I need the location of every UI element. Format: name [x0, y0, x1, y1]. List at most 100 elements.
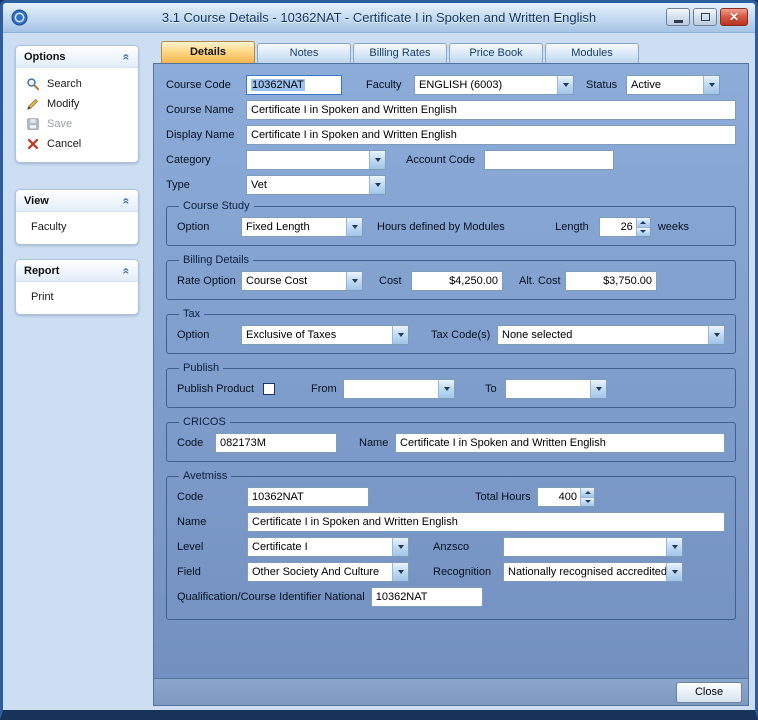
cricos-name-label: Name [359, 437, 395, 449]
main-panel: Details Notes Billing Rates Price Book M… [151, 33, 755, 710]
cricos-code-label: Code [177, 437, 215, 449]
display-name-input[interactable] [246, 125, 736, 145]
type-label: Type [166, 179, 246, 191]
faculty-select[interactable]: ENGLISH (6003) [414, 75, 574, 95]
collapse-chevron-icon[interactable]: « [120, 198, 134, 205]
type-select[interactable]: Vet [246, 175, 386, 195]
sidebar: Options « Search [3, 33, 151, 710]
course-code-input[interactable]: 10362NAT [246, 75, 342, 95]
avetmiss-title: Avetmiss [179, 470, 231, 482]
view-panel-header[interactable]: View « [16, 190, 138, 212]
footer-bar: Close [153, 679, 749, 706]
display-name-label: Display Name [166, 129, 246, 141]
sidebar-item-label: Print [31, 291, 54, 303]
publish-product-label: Publish Product [177, 383, 263, 395]
tab-notes[interactable]: Notes [257, 43, 351, 63]
anzsco-value [504, 538, 666, 556]
tab-modules[interactable]: Modules [545, 43, 639, 63]
total-hours-spinner[interactable]: 400 [537, 487, 595, 507]
sidebar-item-modify[interactable]: Modify [26, 94, 134, 114]
total-hours-value: 400 [538, 488, 580, 506]
alt-cost-input[interactable] [565, 271, 657, 291]
course-study-option-value: Fixed Length [242, 218, 346, 236]
course-study-title: Course Study [179, 200, 254, 212]
spin-down-icon[interactable] [637, 227, 650, 237]
qualification-input[interactable] [371, 587, 483, 607]
tab-details[interactable]: Details [161, 41, 255, 63]
tax-group: Tax Option Exclusive of Taxes Tax Code(s… [166, 308, 736, 354]
chevron-down-icon [557, 76, 573, 94]
sidebar-item-label: Save [47, 118, 72, 130]
avetmiss-code-label: Code [177, 491, 247, 503]
recognition-value: Nationally recognised accredited co [504, 563, 666, 581]
spin-up-icon[interactable] [581, 488, 594, 497]
sidebar-item-print[interactable]: Print [26, 288, 134, 306]
account-code-input[interactable] [484, 150, 614, 170]
window-title: 3.1 Course Details - 10362NAT - Certific… [162, 10, 596, 25]
chevron-down-icon [703, 76, 719, 94]
level-select[interactable]: Certificate I [247, 537, 409, 557]
length-spinner[interactable]: 26 [599, 217, 651, 237]
maximize-button[interactable] [693, 8, 717, 26]
sidebar-item-save[interactable]: Save [26, 114, 134, 134]
weeks-label: weeks [658, 221, 689, 233]
title-bar[interactable]: 3.1 Course Details - 10362NAT - Certific… [3, 3, 755, 33]
tab-bar: Details Notes Billing Rates Price Book M… [153, 41, 749, 63]
sidebar-item-cancel[interactable]: Cancel [26, 134, 134, 154]
options-panel-header[interactable]: Options « [16, 46, 138, 68]
length-value: 26 [600, 218, 636, 236]
tax-title: Tax [179, 308, 204, 320]
report-panel-header[interactable]: Report « [16, 260, 138, 282]
cricos-code-input[interactable] [215, 433, 337, 453]
window-controls: ✕ [666, 8, 748, 26]
publish-from-select[interactable] [343, 379, 455, 399]
level-value: Certificate I [248, 538, 392, 556]
spin-up-icon[interactable] [637, 218, 650, 227]
course-code-label: Course Code [166, 79, 246, 91]
tab-billing-rates[interactable]: Billing Rates [353, 43, 447, 63]
spin-down-icon[interactable] [581, 497, 594, 507]
cost-input[interactable] [411, 271, 503, 291]
sidebar-item-faculty[interactable]: Faculty [26, 218, 134, 236]
field-select[interactable]: Other Society And Culture [247, 562, 409, 582]
faculty-value: ENGLISH (6003) [415, 76, 557, 94]
options-panel-title: Options [24, 51, 66, 63]
close-window-button[interactable]: ✕ [720, 8, 748, 26]
publish-product-checkbox[interactable] [263, 383, 275, 395]
avetmiss-name-input[interactable] [247, 512, 725, 532]
close-icon: ✕ [729, 10, 739, 24]
course-name-input[interactable] [246, 100, 736, 120]
pencil-icon [26, 97, 40, 111]
faculty-label: Faculty [366, 79, 414, 91]
publish-group: Publish Publish Product From To [166, 362, 736, 408]
cricos-group: CRICOS Code Name [166, 416, 736, 462]
sidebar-item-search[interactable]: Search [26, 74, 134, 94]
cricos-name-input[interactable] [395, 433, 725, 453]
recognition-select[interactable]: Nationally recognised accredited co [503, 562, 683, 582]
tax-option-select[interactable]: Exclusive of Taxes [241, 325, 409, 345]
minimize-icon [674, 20, 683, 23]
publish-to-select[interactable] [505, 379, 607, 399]
avetmiss-name-label: Name [177, 516, 247, 528]
avetmiss-code-input[interactable] [247, 487, 369, 507]
course-study-option-select[interactable]: Fixed Length [241, 217, 363, 237]
collapse-chevron-icon[interactable]: « [120, 54, 134, 61]
course-name-label: Course Name [166, 104, 246, 116]
anzsco-select[interactable] [503, 537, 683, 557]
cricos-title: CRICOS [179, 416, 230, 428]
rate-option-select[interactable]: Course Cost [241, 271, 363, 291]
tab-price-book[interactable]: Price Book [449, 43, 543, 63]
chevron-down-icon [392, 326, 408, 344]
tax-codes-select[interactable]: None selected [497, 325, 725, 345]
category-select[interactable] [246, 150, 386, 170]
status-select[interactable]: Active [626, 75, 720, 95]
publish-from-label: From [311, 383, 343, 395]
close-button[interactable]: Close [676, 682, 742, 703]
minimize-button[interactable] [666, 8, 690, 26]
report-panel-title: Report [24, 265, 59, 277]
course-study-group: Course Study Option Fixed Length Hours d… [166, 200, 736, 246]
save-icon [26, 117, 40, 131]
maximize-icon [701, 13, 710, 21]
collapse-chevron-icon[interactable]: « [120, 268, 134, 275]
sidebar-item-label: Cancel [47, 138, 81, 150]
